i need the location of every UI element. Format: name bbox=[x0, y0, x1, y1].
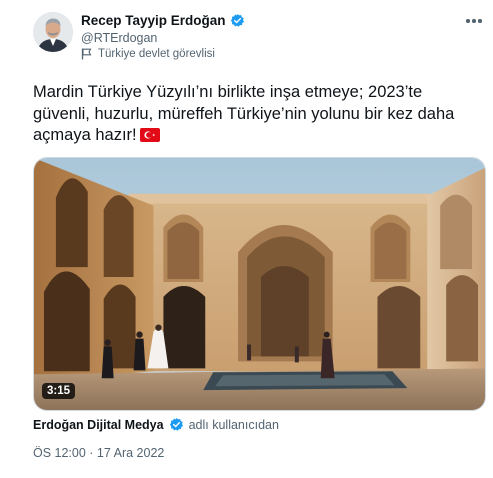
turkey-flag-icon bbox=[139, 127, 160, 142]
attribution-verified-icon bbox=[169, 417, 184, 432]
flag-icon bbox=[81, 48, 92, 60]
author-handle[interactable]: @RTErdogan bbox=[81, 31, 157, 45]
more-options-icon[interactable] bbox=[464, 14, 484, 28]
author-display-name[interactable]: Recep Tayyip Erdoğan bbox=[81, 13, 226, 28]
attribution-suffix: adlı kullanıcıdan bbox=[188, 417, 279, 432]
account-label[interactable]: Türkiye devlet görevlisi bbox=[81, 48, 215, 60]
video-player[interactable]: 3:15 bbox=[33, 157, 486, 411]
video-duration-badge: 3:15 bbox=[42, 383, 76, 399]
account-label-text: Türkiye devlet görevlisi bbox=[98, 48, 215, 60]
video-thumbnail bbox=[34, 158, 485, 410]
media-attribution[interactable]: Erdoğan Dijital Medya adlı kullanıcıdan bbox=[33, 417, 279, 432]
tweet-timestamp[interactable]: ÖS 12:00 · 17 Ara 2022 bbox=[33, 446, 164, 460]
tweet: Recep Tayyip Erdoğan @RTErdogan Türkiye … bbox=[0, 0, 493, 478]
tweet-text-body: Mardin Türkiye Yüzyılı’nı birlikte inşa … bbox=[33, 83, 455, 144]
author-avatar[interactable] bbox=[33, 12, 73, 52]
verified-badge-icon bbox=[230, 13, 245, 28]
tweet-text: Mardin Türkiye Yüzyılı’nı birlikte inşa … bbox=[33, 82, 483, 147]
attribution-name[interactable]: Erdoğan Dijital Medya bbox=[33, 418, 164, 432]
author-name-row: Recep Tayyip Erdoğan bbox=[81, 13, 245, 28]
